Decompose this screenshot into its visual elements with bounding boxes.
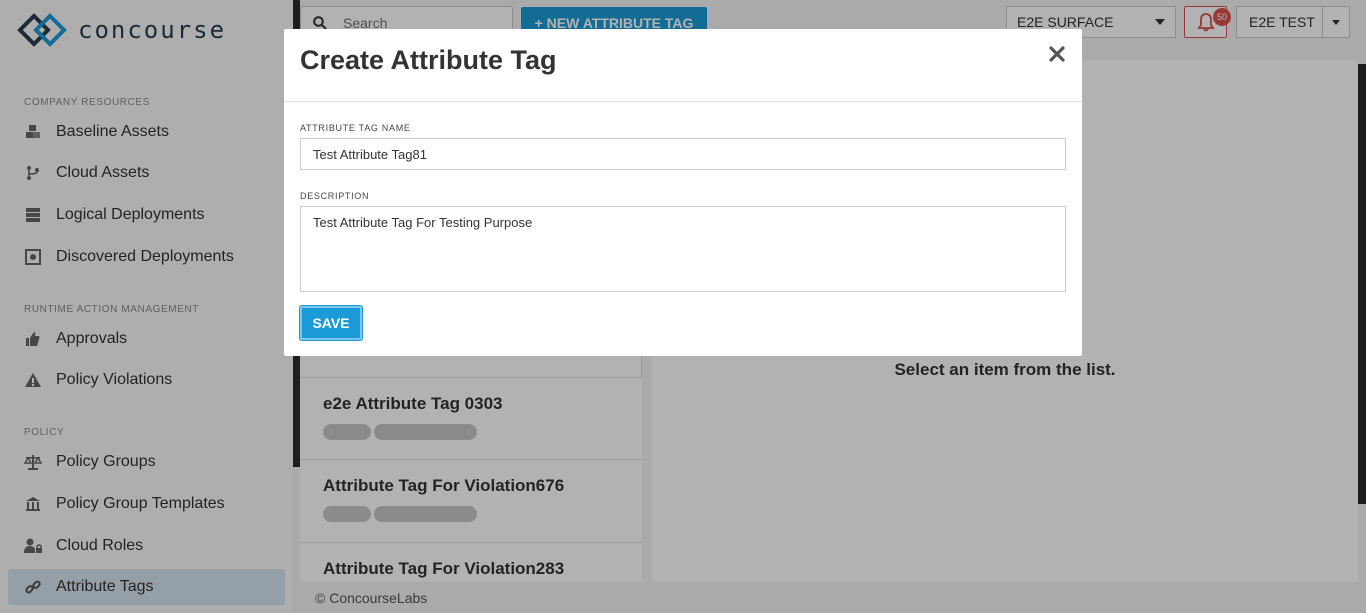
attribute-tag-name-input[interactable] bbox=[300, 138, 1066, 170]
modal-header: Create Attribute Tag bbox=[284, 29, 1082, 102]
attribute-tag-name-label: ATTRIBUTE TAG NAME bbox=[300, 123, 411, 133]
description-label: DESCRIPTION bbox=[300, 191, 370, 201]
description-textarea[interactable]: Test Attribute Tag For Testing Purpose bbox=[300, 206, 1066, 292]
create-attribute-tag-modal: Create Attribute Tag ATTRIBUTE TAG NAME … bbox=[284, 29, 1082, 356]
close-button[interactable] bbox=[1046, 43, 1068, 65]
close-icon bbox=[1049, 46, 1065, 62]
save-button[interactable]: SAVE bbox=[300, 306, 362, 340]
modal-title: Create Attribute Tag bbox=[300, 45, 557, 75]
